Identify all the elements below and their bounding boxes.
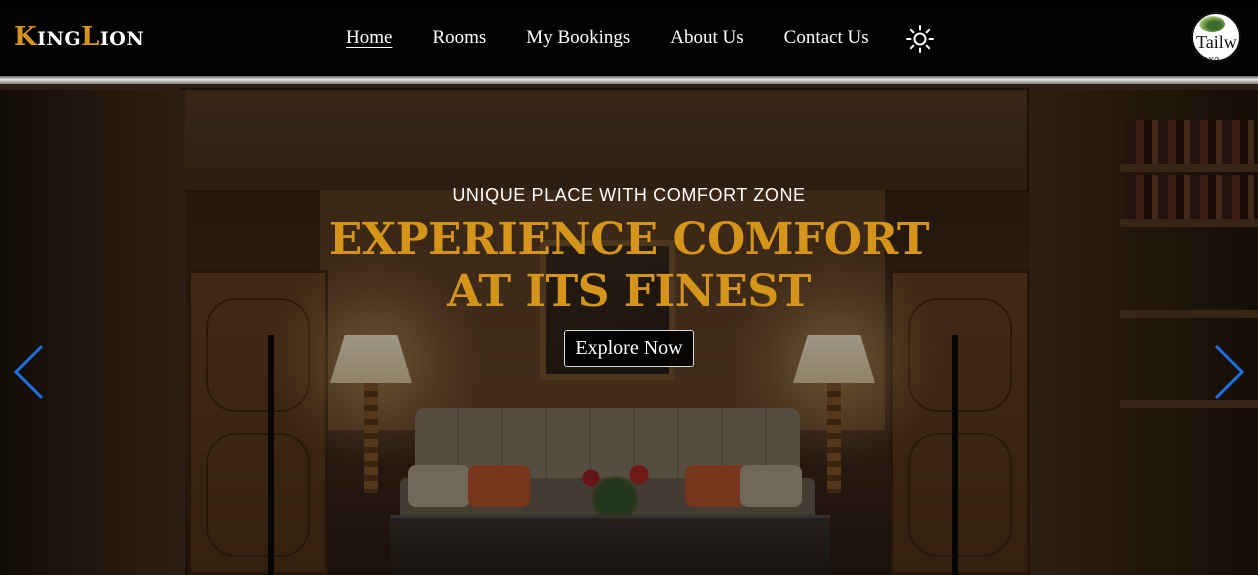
carousel-next-button[interactable]: [1212, 343, 1246, 401]
avatar-alt-text: Tailw: [1196, 32, 1237, 52]
sun-icon: [906, 25, 934, 53]
brand-logo[interactable]: KINGLION: [14, 22, 144, 52]
avatar-image-broken: [1199, 16, 1225, 32]
chevron-left-icon: [13, 344, 44, 400]
hero-headline: EXPERIENCE COMFORT AT ITS FINEST: [0, 214, 1258, 318]
user-avatar[interactable]: Tailw ᔓᔕ: [1191, 12, 1241, 62]
hero-subtitle: UNIQUE PLACE WITH COMFORT ZONE: [452, 185, 806, 205]
nav-about-us[interactable]: About Us: [670, 27, 743, 49]
hero-section: UNIQUE PLACE WITH COMFORT ZONE EXPERIENC…: [0, 185, 1258, 367]
nav-rooms[interactable]: Rooms: [432, 27, 486, 49]
main-nav: Home Rooms My Bookings About Us Contact …: [346, 27, 909, 49]
carousel-prev-button[interactable]: [12, 343, 46, 401]
logo-letter-k: K: [14, 22, 38, 52]
avatar-decoration: ᔓᔕ: [1203, 54, 1220, 62]
logo-letter-l: L: [81, 22, 100, 52]
navbar: KINGLION Home Rooms My Bookings About Us…: [0, 0, 1258, 78]
hero-headline-line-2: AT ITS FINEST: [447, 266, 811, 317]
logo-text-ion: ION: [99, 28, 145, 50]
chevron-right-icon: [1214, 344, 1245, 400]
explore-now-button[interactable]: Explore Now: [564, 330, 694, 367]
hero-headline-line-1: EXPERIENCE COMFORT: [328, 214, 930, 265]
logo-text-ing: ING: [37, 28, 82, 50]
nav-my-bookings[interactable]: My Bookings: [526, 27, 630, 49]
nav-home[interactable]: Home: [346, 27, 392, 49]
navbar-divider: [0, 76, 1258, 84]
theme-toggle-button[interactable]: [905, 24, 935, 54]
nav-contact-us[interactable]: Contact Us: [784, 27, 869, 49]
